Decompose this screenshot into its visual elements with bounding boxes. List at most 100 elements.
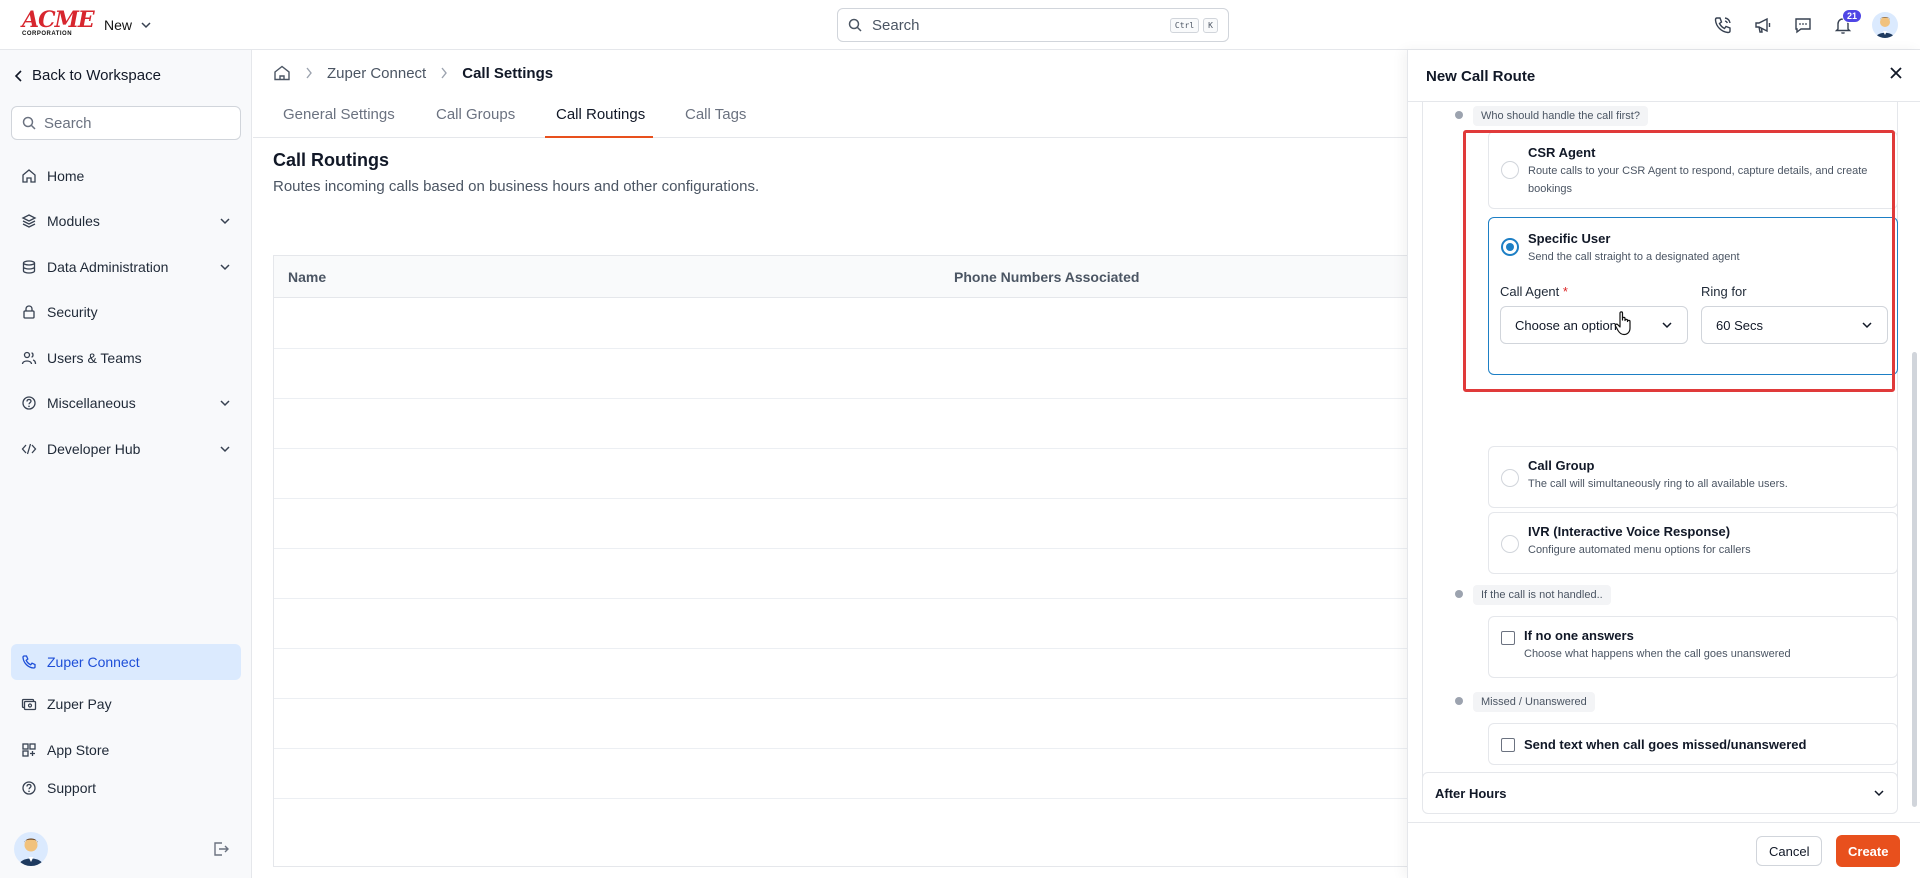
sidebar-item-label: Support [47,780,97,796]
option-title: Call Group [1528,458,1595,473]
code-icon [21,443,37,455]
user-avatar[interactable] [1872,12,1898,38]
breadcrumb: Zuper Connect Call Settings [273,64,553,82]
sidebar-item-support[interactable]: Support [11,770,241,806]
notification-badge: 21 [1841,9,1862,23]
sidebar-item-home[interactable]: Home [11,158,241,194]
column-header-name: Name [288,269,327,285]
cancel-button[interactable]: Cancel [1756,836,1823,866]
option-call-group[interactable]: Call Group The call will simultaneously … [1488,446,1898,508]
sidebar-search-input[interactable]: Search [11,106,241,140]
sidebar-item-label: Developer Hub [47,441,141,457]
search-icon [848,18,862,32]
table-row [274,348,1408,349]
step-label-who-handles: Who should handle the call first? [1473,106,1648,126]
panel-title: New Call Route [1426,68,1536,85]
after-hours-accordion[interactable]: After Hours [1422,772,1898,814]
sidebar-item-label: Data Administration [47,259,169,275]
shortcut-k: K [1203,17,1218,33]
option-description: Configure automated menu options for cal… [1528,544,1751,556]
chevron-right-icon [306,67,312,79]
search-placeholder: Search [872,16,920,34]
table-row [274,598,1408,599]
call-route-steps: Who should handle the call first? CSR Ag… [1422,102,1898,807]
search-icon [22,116,36,130]
tab-bar: General Settings Call Groups Call Routin… [253,98,1407,138]
sidebar-item-users-teams[interactable]: Users & Teams [11,340,241,376]
option-specific-user[interactable]: Specific User Send the call straight to … [1488,217,1898,375]
megaphone-icon[interactable] [1752,14,1774,36]
option-title: CSR Agent [1528,145,1596,160]
logo-text: ACME [22,7,95,33]
close-icon[interactable] [1889,66,1903,83]
top-icons: 21 [1712,9,1898,38]
back-to-workspace-link[interactable]: Back to Workspace [14,67,161,84]
option-ivr[interactable]: IVR (Interactive Voice Response) Configu… [1488,512,1898,574]
sidebar-item-modules[interactable]: Modules [11,203,241,239]
checkbox-send-text[interactable] [1501,738,1515,752]
option-send-text[interactable]: Send text when call goes missed/unanswer… [1488,723,1898,765]
radio-csr-agent[interactable] [1501,161,1519,179]
hand-cursor-icon [1613,310,1635,339]
timeline-dot [1455,697,1463,705]
create-button[interactable]: Create [1836,835,1901,867]
sidebar-item-zuper-pay[interactable]: Zuper Pay [11,686,241,722]
tab-call-tags[interactable]: Call Tags [685,106,746,133]
sidebar-item-miscellaneous[interactable]: Miscellaneous [11,385,241,421]
ring-for-select[interactable]: 60 Secs [1701,306,1888,344]
global-search-input[interactable]: Search Ctrl K [837,8,1229,42]
bell-icon[interactable]: 21 [1832,9,1862,36]
new-button[interactable]: New [104,14,152,36]
tab-call-routings[interactable]: Call Routings [556,106,645,133]
sidebar-item-zuper-connect[interactable]: Zuper Connect [11,644,241,680]
call-agent-select[interactable]: Choose an option [1500,306,1688,344]
option-title: If no one answers [1524,628,1634,643]
users-icon [21,351,37,365]
phone-call-icon[interactable] [1712,14,1734,36]
panel-header: New Call Route [1408,50,1920,102]
chevron-right-icon [441,67,448,79]
tab-call-groups[interactable]: Call Groups [436,106,515,133]
option-csr-agent[interactable]: CSR Agent Route calls to your CSR Agent … [1488,131,1898,209]
help-circle-icon [22,396,36,410]
panel-scrollbar[interactable] [1912,352,1917,807]
profile-avatar[interactable] [14,832,48,866]
checkbox-no-one-answers[interactable] [1501,631,1515,645]
column-header-phone-numbers: Phone Numbers Associated [954,269,1140,285]
table-row [274,398,1408,399]
chevron-left-icon [14,69,22,82]
step-label-not-handled: If the call is not handled.. [1473,585,1611,605]
table-row [274,498,1408,499]
home-icon[interactable] [273,64,291,82]
option-description: Choose what happens when the call goes u… [1524,648,1791,660]
step-label-missed: Missed / Unanswered [1473,692,1595,712]
chevron-down-icon [1874,790,1884,797]
tab-general-settings[interactable]: General Settings [283,106,395,133]
acme-logo[interactable]: ACME CORPORATION [22,7,95,38]
main-content: Zuper Connect Call Settings General Sett… [253,50,1408,878]
table-row [274,548,1408,549]
option-title: Specific User [1528,231,1611,246]
option-no-one-answers[interactable]: If no one answers Choose what happens wh… [1488,616,1898,678]
grid-icon [22,743,36,757]
chat-icon[interactable] [1792,14,1814,36]
sidebar-item-data-administration[interactable]: Data Administration [11,249,241,285]
breadcrumb-call-settings: Call Settings [462,64,554,82]
option-description: Send the call straight to a designated a… [1528,251,1740,263]
breadcrumb-zuper-connect[interactable]: Zuper Connect [327,65,426,82]
radio-ivr[interactable] [1501,535,1519,553]
radio-specific-user[interactable] [1501,238,1519,256]
sidebar-item-app-store[interactable]: App Store [11,732,241,768]
sidebar-item-label: Security [47,304,98,320]
option-description: The call will simultaneously ring to all… [1528,478,1788,490]
sidebar-item-label: Zuper Connect [47,654,140,670]
sidebar-item-security[interactable]: Security [11,294,241,330]
logout-icon[interactable] [212,840,230,861]
timeline-dot [1455,590,1463,598]
sidebar-item-developer-hub[interactable]: Developer Hub [11,431,241,467]
sidebar-search-placeholder: Search [44,114,92,132]
radio-call-group[interactable] [1501,469,1519,487]
sidebar-item-label: Zuper Pay [47,696,112,712]
sidebar-item-label: Users & Teams [47,350,142,366]
call-routings-table: Name Phone Numbers Associated [273,255,1408,867]
